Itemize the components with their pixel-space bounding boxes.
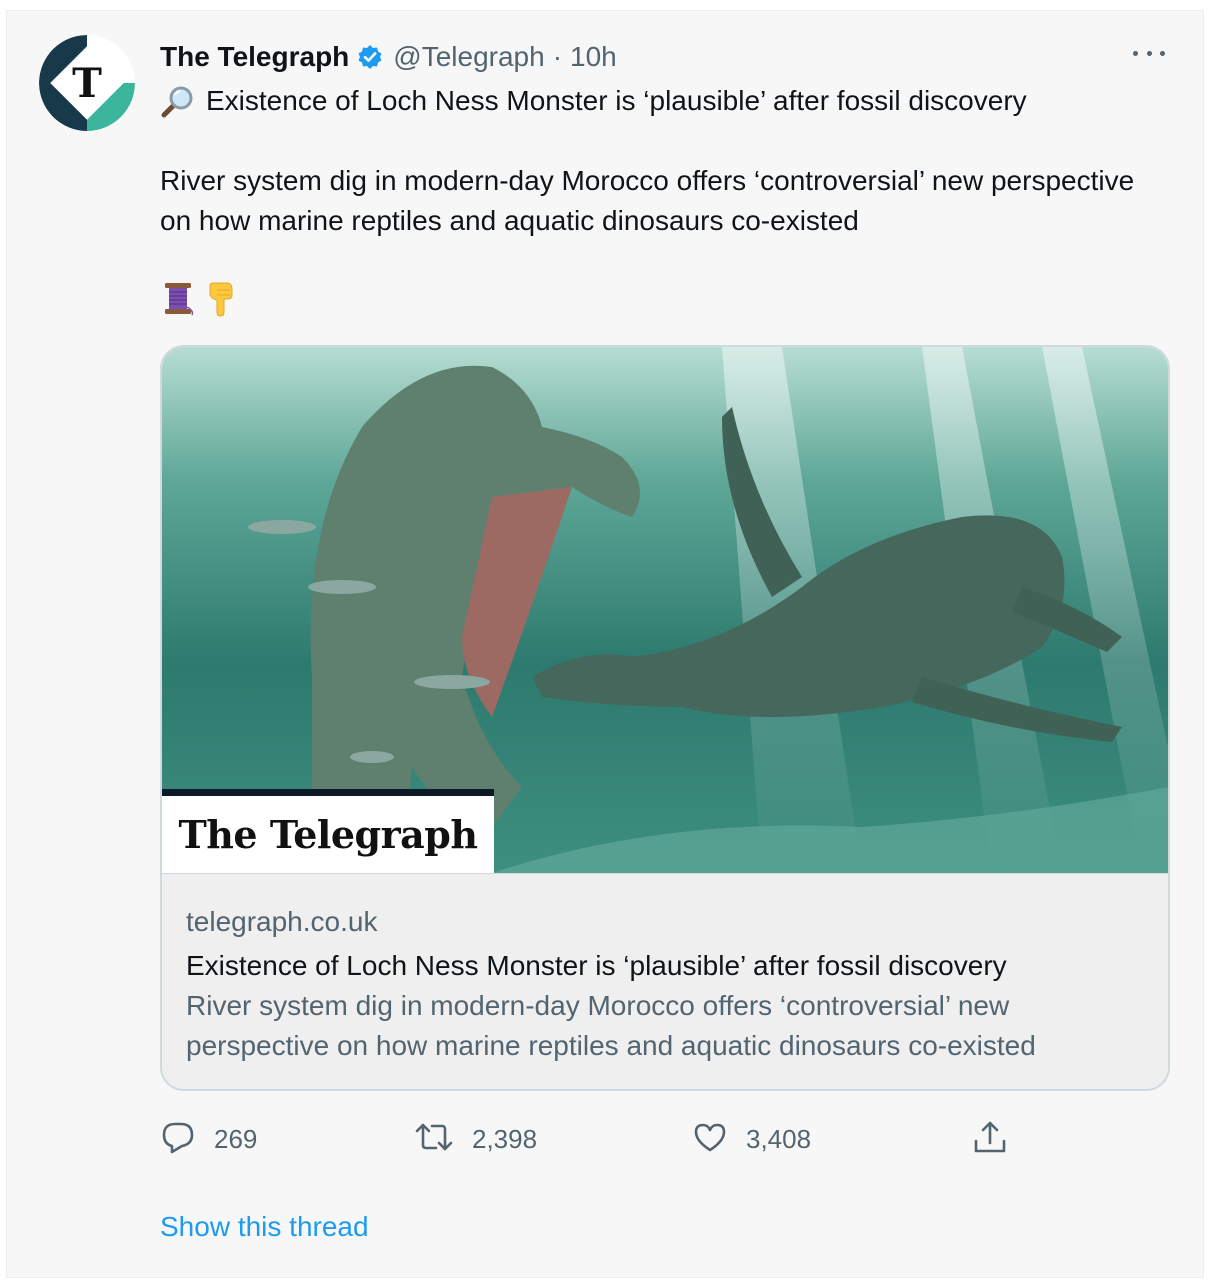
emoji-row (162, 281, 238, 322)
tweet-text-body: River system dig in modern-day Morocco o… (160, 165, 1135, 236)
more-options-icon[interactable] (1133, 41, 1165, 65)
reply-count: 269 (214, 1123, 258, 1154)
card-image[interactable]: The Telegraph (162, 347, 1168, 873)
reply-icon (160, 1119, 196, 1160)
card-meta[interactable]: telegraph.co.uk Existence of Loch Ness M… (162, 873, 1168, 1089)
svg-text:T: T (72, 60, 102, 107)
avatar[interactable]: T (39, 35, 135, 131)
action-bar: 269 2,398 3,408 (160, 1119, 1060, 1159)
like-count: 3,408 (746, 1123, 812, 1154)
timestamp[interactable]: 10h (570, 41, 617, 73)
brand-wordmark: The Telegraph (178, 812, 478, 857)
retweet-icon (414, 1119, 454, 1160)
share-icon (972, 1119, 1008, 1160)
card-description: River system dig in modern-day Morocco o… (186, 990, 1036, 1061)
card-domain: telegraph.co.uk (186, 906, 378, 937)
link-preview-card[interactable]: The Telegraph telegraph.co.uk Existence … (160, 345, 1170, 1091)
tweet-card[interactable]: T The Telegraph @Telegraph · 10h Existen… (6, 10, 1204, 1278)
pointing-down-icon (204, 281, 238, 322)
magnifying-glass-icon (160, 83, 196, 119)
handle[interactable]: @Telegraph (393, 41, 544, 73)
like-button[interactable]: 3,408 (692, 1119, 811, 1159)
share-button[interactable] (972, 1119, 1008, 1159)
verified-badge-icon (357, 44, 383, 70)
tweet-header: The Telegraph @Telegraph · 10h (160, 37, 617, 77)
card-title: Existence of Loch Ness Monster is ‘plaus… (186, 950, 1007, 981)
retweet-count: 2,398 (472, 1123, 538, 1154)
retweet-button[interactable]: 2,398 (414, 1119, 537, 1159)
tweet-text-headline: Existence of Loch Ness Monster is ‘plaus… (206, 85, 1027, 116)
card-image-brand: The Telegraph (162, 789, 494, 873)
separator-dot: · (552, 41, 563, 72)
reply-button[interactable]: 269 (160, 1119, 257, 1159)
display-name[interactable]: The Telegraph (160, 41, 349, 73)
tweet-text-line1: Existence of Loch Ness Monster is ‘plaus… (160, 81, 1160, 121)
thread-spool-icon (162, 281, 196, 322)
heart-icon (692, 1119, 728, 1160)
show-thread-link[interactable]: Show this thread (160, 1211, 369, 1243)
